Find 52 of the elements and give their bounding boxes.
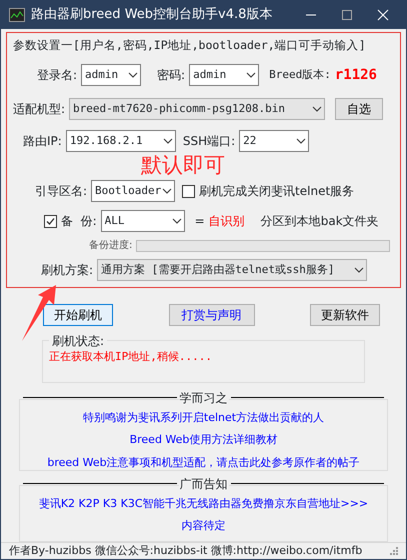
- field-label: Breed版本:: [269, 67, 331, 83]
- caret-icon: [162, 188, 172, 194]
- status-message: 正在获取本机IP地址,稍候.....: [49, 349, 213, 366]
- caret-icon: [128, 72, 138, 78]
- window-title: 路由器刷breed Web控制台助手v4.8版本: [31, 6, 274, 24]
- checkbox[interactable]: [44, 214, 57, 228]
- action-button[interactable]: 开始刷机: [43, 304, 113, 326]
- dropdown-field[interactable]: admin: [189, 64, 260, 86]
- field-label: 刷机方案:: [41, 262, 94, 280]
- caret-icon: [172, 218, 182, 224]
- caret-icon: [296, 138, 306, 144]
- close-button[interactable]: [377, 8, 389, 21]
- status-bar-text: 作者By-huzibbs 微信公众号:huzibbs-it 微博:http://weibo.com/itmfb: [9, 542, 364, 558]
- field-label: 适配机型:: [13, 101, 66, 118]
- annotation-text: 默认即可: [141, 155, 225, 176]
- dropdown-field[interactable]: breed-mt7620-phicomm-psg1208.bin: [69, 98, 326, 120]
- caret-icon: [312, 106, 322, 112]
- auto-detect-label: 自识别: [208, 213, 245, 230]
- link[interactable]: 斐讯K2 K2P K3 K3C智能千兆无线路由器免费撸京东自营地址>>>: [38, 496, 368, 512]
- backup-description: 分区到本地bak文件夹: [260, 213, 379, 230]
- dropdown-field[interactable]: Bootloader: [91, 180, 176, 202]
- resize-grip-icon[interactable]: [390, 546, 398, 555]
- progress-label: 备份进度:: [89, 238, 132, 254]
- maximize-button[interactable]: [341, 8, 353, 21]
- section-title: 学而习之: [178, 388, 228, 406]
- checkbox-label: 刷机完成关闭斐讯telnet服务: [199, 183, 354, 200]
- dropdown-field[interactable]: 22: [239, 130, 310, 152]
- app-icon: [9, 8, 25, 22]
- link[interactable]: 内容待定: [182, 518, 226, 534]
- link[interactable]: breed Web注意事项和机型适配，请点击此处参考原作者的帖子: [47, 454, 360, 471]
- section-title: 广而告知: [178, 474, 228, 492]
- action-button[interactable]: 更新软件: [310, 304, 380, 326]
- field-label: SSH端口:: [182, 133, 236, 150]
- caret-icon: [162, 138, 173, 144]
- dropdown-field[interactable]: ALL: [100, 210, 185, 232]
- dropdown-field[interactable]: 通用方案 [需要开启路由器telnet或ssh服务]: [97, 259, 368, 282]
- link[interactable]: Breed Web使用方法详细教材: [130, 432, 278, 448]
- equals-sign: =: [194, 213, 205, 230]
- caret-icon: [354, 267, 364, 274]
- dropdown-field[interactable]: admin: [81, 64, 142, 86]
- link[interactable]: 特别鸣谢为斐讯系列开启telnet方法做出贡献的人: [82, 410, 324, 426]
- action-button[interactable]: 打赏与声明: [168, 304, 254, 326]
- checkbox-label: 备 份:: [61, 213, 97, 230]
- dropdown-field[interactable]: 192.168.2.1: [66, 130, 176, 152]
- caret-icon: [246, 72, 256, 78]
- field-label: 路由IP:: [23, 133, 62, 150]
- choose-button[interactable]: 自选: [335, 98, 384, 120]
- version-value: r1126: [334, 66, 377, 85]
- field-label: 密码:: [157, 67, 186, 84]
- field-label: 登录名:: [37, 67, 78, 84]
- field-label: 引导区名:: [35, 183, 88, 200]
- checkbox[interactable]: [182, 184, 196, 198]
